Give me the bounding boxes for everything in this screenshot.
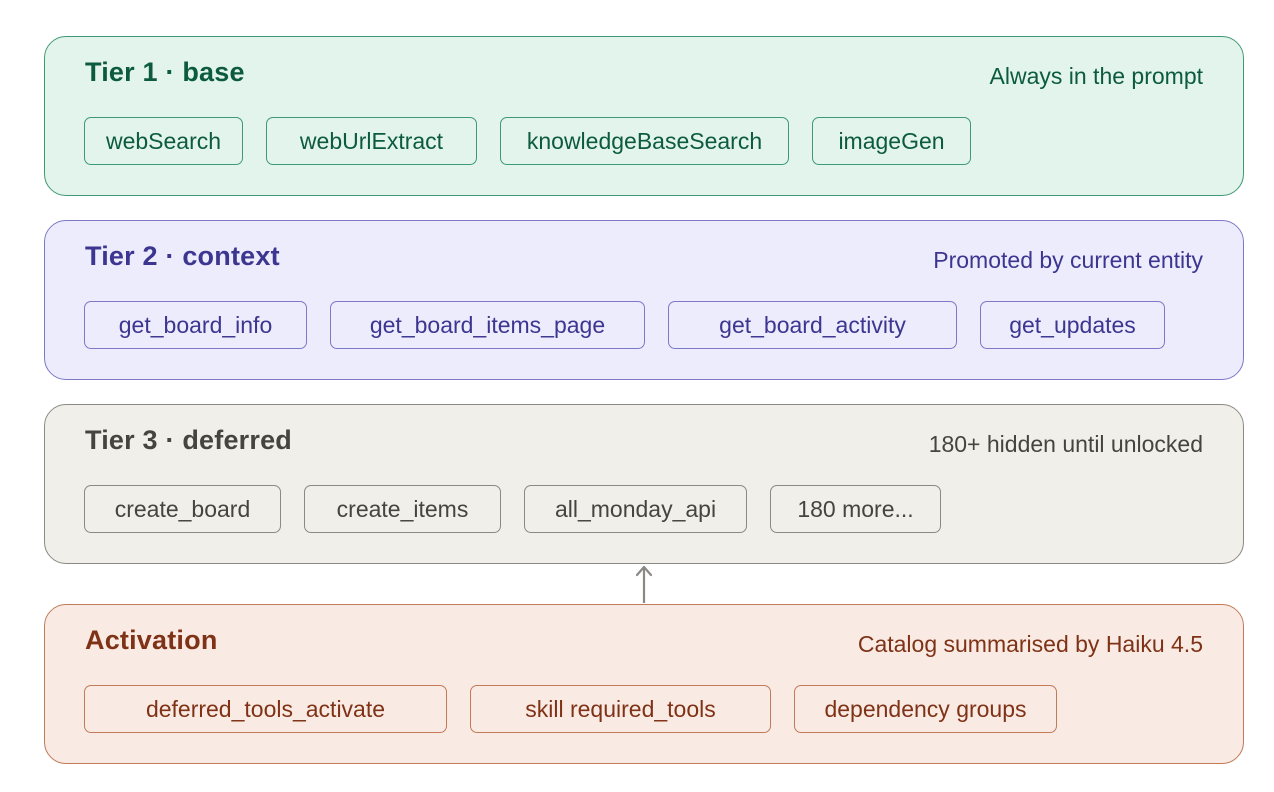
tool-chip-get-board-items-page: get_board_items_page (330, 301, 645, 349)
activation-title: Activation (85, 625, 218, 655)
unlock-arrow (635, 565, 653, 603)
tool-chip-create-items: create_items (304, 485, 501, 533)
tool-chip-knowledgebasesearch: knowledgeBaseSearch (500, 117, 789, 165)
tier-3-panel: Tier 3 · deferred 180+ hidden until unlo… (44, 404, 1244, 564)
tier-1-panel: Tier 1 · base Always in the prompt webSe… (44, 36, 1244, 196)
activation-chip-deferred-tools-activate: deferred_tools_activate (84, 685, 447, 733)
activation-panel: Activation Catalog summarised by Haiku 4… (44, 604, 1244, 764)
tool-chip-get-board-activity: get_board_activity (668, 301, 957, 349)
tool-chip-180-more: 180 more... (770, 485, 941, 533)
tier-3-note: 180+ hidden until unlocked (928, 431, 1203, 457)
activation-chip-skill-required-tools: skill required_tools (470, 685, 771, 733)
tier-2-title: Tier 2 · context (85, 241, 280, 271)
tier-2-panel: Tier 2 · context Promoted by current ent… (44, 220, 1244, 380)
tool-chip-get-updates: get_updates (980, 301, 1165, 349)
activation-note: Catalog summarised by Haiku 4.5 (857, 631, 1203, 657)
tool-chip-imagegen: imageGen (812, 117, 971, 165)
tool-chip-get-board-info: get_board_info (84, 301, 307, 349)
tool-chip-weburlextract: webUrlExtract (266, 117, 477, 165)
tool-chip-all-monday-api: all_monday_api (524, 485, 747, 533)
tier-3-title: Tier 3 · deferred (85, 425, 292, 455)
tool-chip-create-board: create_board (84, 485, 281, 533)
tier-1-title: Tier 1 · base (85, 57, 245, 87)
tier-1-note: Always in the prompt (989, 63, 1203, 89)
activation-chip-dependency-groups: dependency groups (794, 685, 1057, 733)
tool-chip-websearch: webSearch (84, 117, 243, 165)
tier-2-note: Promoted by current entity (933, 247, 1203, 273)
